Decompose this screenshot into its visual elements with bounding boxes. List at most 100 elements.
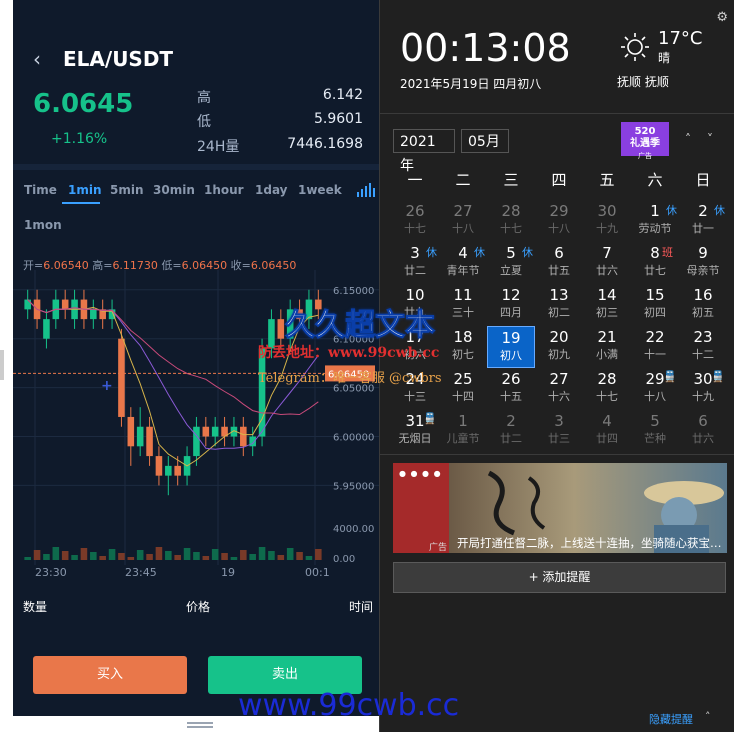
tab-1day[interactable]: 1day	[255, 183, 288, 197]
calendar-day[interactable]: 16 初五	[679, 284, 727, 326]
x-tick-label: 00:1	[305, 566, 330, 579]
calendar-day[interactable]: 25 十四	[439, 368, 487, 410]
high-value: 6.142	[322, 87, 363, 103]
volume-tick-label: 4000.00	[333, 524, 374, 535]
tab-5min[interactable]: 5min	[110, 183, 144, 197]
calendar-day[interactable]: 15 初四	[631, 284, 679, 326]
candle-body	[193, 426, 200, 457]
calendar-day[interactable]: 20 初九	[535, 326, 583, 368]
calendar-day[interactable]: 30 十九 🚆	[679, 368, 727, 410]
candle-body	[202, 426, 210, 437]
ad-banner[interactable]: ● ● ● ● 广告 开局打通任督二脉，上线送十连抽，坐骑随心获宝…	[393, 463, 727, 553]
calendar-day-today[interactable]: 19 初八	[487, 326, 535, 368]
calendar-day[interactable]: 26 十七	[391, 200, 439, 242]
buy-button[interactable]: 买入	[33, 656, 187, 694]
calendar-day[interactable]: 12 四月	[487, 284, 535, 326]
weekday-label: 一	[407, 171, 423, 189]
divider	[380, 113, 734, 114]
year-select[interactable]: 2021年	[393, 129, 455, 174]
weekday-label: 六	[647, 171, 663, 189]
chevron-left-icon[interactable]: ‹	[33, 47, 41, 71]
calendar-day[interactable]: 26 十五	[487, 368, 535, 410]
calendar-day[interactable]: 6 廿六	[679, 410, 727, 452]
calendar-day[interactable]: 7 廿六	[583, 242, 631, 284]
calendar-day[interactable]: 28 十七	[487, 200, 535, 242]
next-month-arrow[interactable]: ˅	[707, 132, 713, 146]
calendar-day[interactable]: 9 母亲节	[679, 242, 727, 284]
volume-bar	[174, 555, 181, 560]
gear-icon[interactable]: ⚙	[716, 10, 728, 25]
calendar-day[interactable]: 11 三十	[439, 284, 487, 326]
tab-time[interactable]: Time	[24, 183, 57, 197]
calendar-day[interactable]: 1 劳动节休	[631, 200, 679, 242]
day-number: 16	[693, 286, 713, 304]
calendar-day[interactable]: 2 廿二	[487, 410, 535, 452]
low-value: 5.9601	[314, 111, 363, 127]
promo-badge[interactable]: 520 礼遇季 广告	[621, 122, 669, 160]
calendar-day[interactable]: 4 廿四	[583, 410, 631, 452]
calendar-day[interactable]: 6 廿五	[535, 242, 583, 284]
calendar-day[interactable]: 31 无烟日 🚆	[391, 410, 439, 452]
volume-bar	[136, 550, 144, 560]
tab-1min[interactable]: 1min	[68, 183, 102, 197]
volume-bar	[193, 552, 200, 560]
day-lunar-label: 十七	[500, 222, 522, 235]
add-reminder-button[interactable]: + 添加提醒	[393, 562, 726, 593]
prev-month-arrow[interactable]: ˄	[685, 132, 691, 146]
calendar-day[interactable]: 13 初二	[535, 284, 583, 326]
calendar-day[interactable]: 8 廿七班	[631, 242, 679, 284]
candle-body	[277, 319, 285, 339]
divider	[380, 454, 734, 455]
day-number: 26	[501, 370, 521, 388]
promo-line2: 礼遇季	[630, 138, 660, 149]
month-select[interactable]: 05月	[461, 129, 509, 153]
calendar-day[interactable]: 2 廿一休	[679, 200, 727, 242]
calendar-day[interactable]: 1 儿童节	[439, 410, 487, 452]
weather-location[interactable]: 抚顺 抚顺	[617, 73, 669, 90]
tab-1mon[interactable]: 1mon	[24, 218, 62, 232]
day-number: 27	[453, 202, 473, 220]
train-icon: 🚆	[663, 370, 677, 383]
volume-bar	[33, 550, 41, 560]
calendar-day[interactable]: 5 立夏休	[487, 242, 535, 284]
calendar-day[interactable]: 4 青年节休	[439, 242, 487, 284]
day-lunar-label: 劳动节	[638, 222, 672, 235]
calendar-day[interactable]: 14 初三	[583, 284, 631, 326]
day-number: 27	[549, 370, 569, 388]
calendar-day[interactable]: 27 十八	[439, 200, 487, 242]
tab-1hour[interactable]: 1hour	[204, 183, 244, 197]
tab-1week[interactable]: 1week	[298, 183, 342, 197]
weather-temp: 17°C	[658, 28, 703, 49]
calendar-day[interactable]: 3 廿二休	[391, 242, 439, 284]
candle-body	[90, 309, 97, 320]
volume-bar	[277, 555, 285, 560]
volume-bar	[108, 549, 116, 560]
hide-reminder-link[interactable]: 隐藏提醒	[649, 711, 693, 727]
calendar-day[interactable]: 18 初七	[439, 326, 487, 368]
candle-body	[43, 319, 50, 339]
calendar-day[interactable]: 29 十八 🚆	[631, 368, 679, 410]
resize-handle[interactable]	[187, 722, 213, 728]
calendar-day[interactable]: 21 小满	[583, 326, 631, 368]
candle-body	[240, 426, 247, 447]
calendar-day[interactable]: 5 芒种	[631, 410, 679, 452]
chevron-up-icon[interactable]: ˄	[705, 710, 711, 723]
calendar-day[interactable]: 23 十二	[679, 326, 727, 368]
day-lunar-label: 小满	[596, 348, 618, 361]
calendar-day[interactable]: 30 十九	[583, 200, 631, 242]
calendar-day[interactable]: 3 廿三	[535, 410, 583, 452]
calendar-day[interactable]: 28 十七	[583, 368, 631, 410]
volume-bar	[127, 557, 135, 560]
y-tick-label: 6.15000	[333, 286, 374, 297]
bar-chart-icon[interactable]	[357, 182, 375, 201]
day-number: 5	[650, 412, 660, 430]
calendar-day[interactable]: 29 十八	[535, 200, 583, 242]
day-lunar-label: 十二	[692, 348, 714, 361]
volume-bar	[286, 548, 294, 560]
calendar-day[interactable]: 22 十一	[631, 326, 679, 368]
day-lunar-label: 廿六	[596, 264, 618, 277]
tab-30min[interactable]: 30min	[153, 183, 195, 197]
volume-bar	[99, 556, 106, 560]
calendar-day[interactable]: 27 十六	[535, 368, 583, 410]
day-lunar-label: 十八	[548, 222, 570, 235]
